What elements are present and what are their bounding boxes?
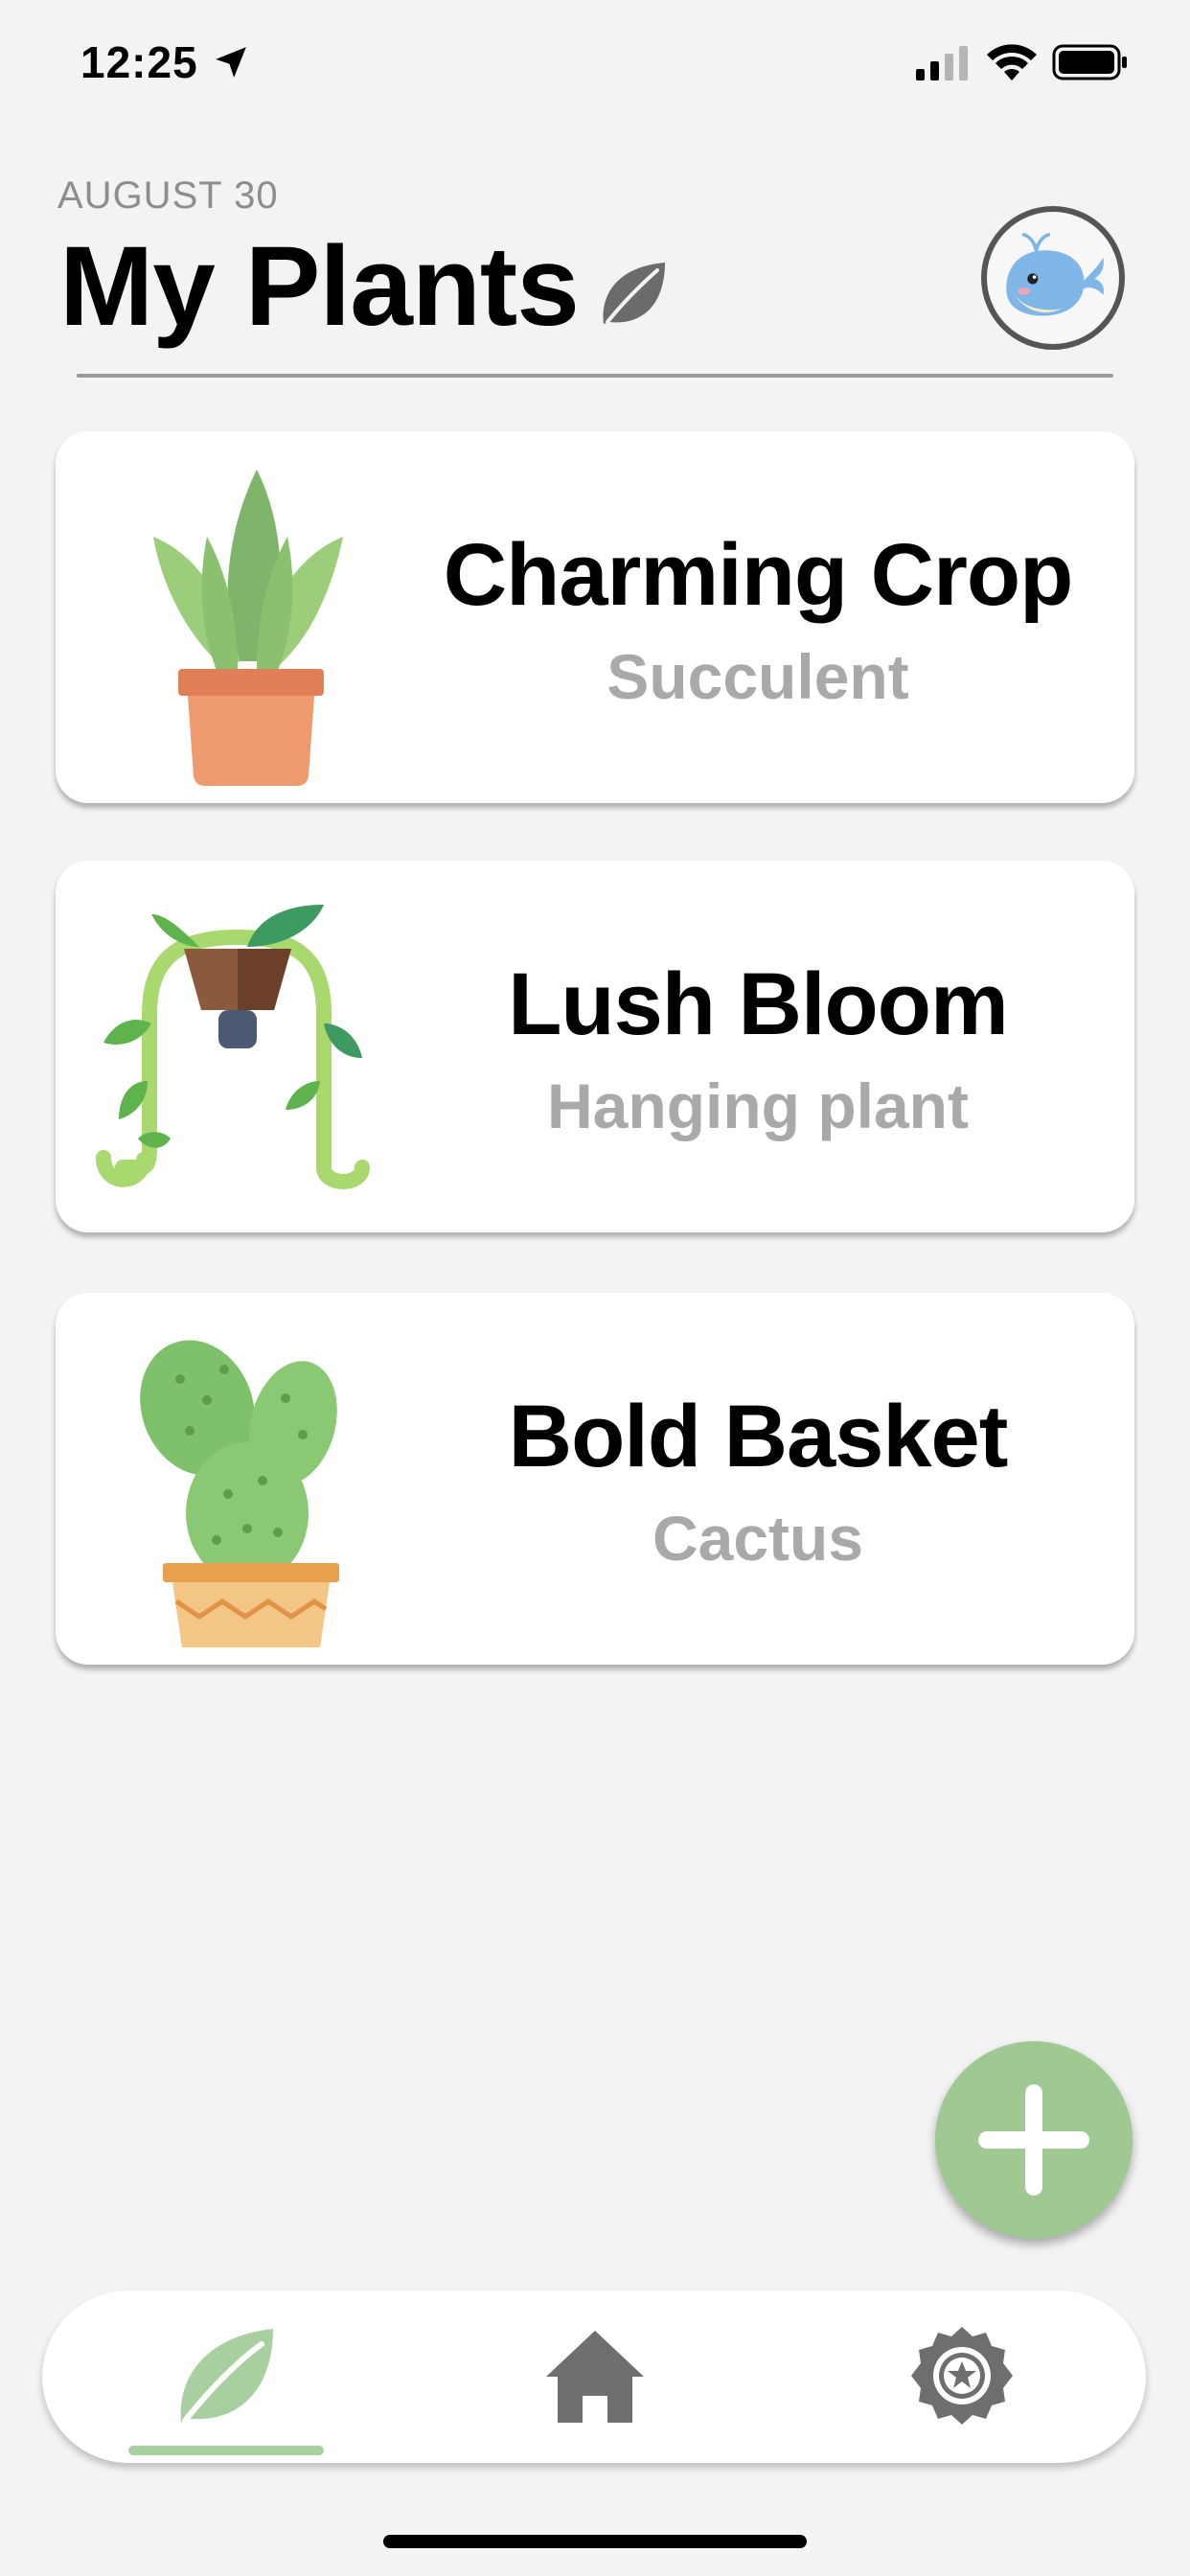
battery-icon xyxy=(1052,44,1127,80)
status-bar: 12:25 xyxy=(0,0,1190,125)
leaf-icon xyxy=(603,263,665,324)
header-divider xyxy=(77,374,1113,378)
location-arrow-icon xyxy=(216,47,246,78)
plus-icon xyxy=(978,2084,1089,2196)
cactus-plant-icon xyxy=(84,1312,400,1647)
tab-plants[interactable] xyxy=(121,2290,332,2463)
plant-type: Cactus xyxy=(652,1503,864,1574)
plant-name: Lush Bloom xyxy=(508,955,1009,1053)
plant-card[interactable]: Charming Crop Succulent xyxy=(56,431,1134,803)
home-icon xyxy=(546,2331,644,2423)
plant-card[interactable]: Bold Basket Cactus xyxy=(56,1293,1134,1665)
header-date: AUGUST 30 xyxy=(57,174,279,217)
home-indicator xyxy=(383,2535,807,2548)
selected-tab-indicator xyxy=(128,2446,324,2455)
tab-settings[interactable] xyxy=(857,2290,1067,2463)
page-title: My Plants xyxy=(59,223,580,350)
plant-type: Hanging plant xyxy=(547,1070,969,1141)
plant-name: Bold Basket xyxy=(508,1388,1009,1485)
cellular-signal-icon xyxy=(916,46,968,80)
whale-avatar-icon xyxy=(1006,233,1104,316)
leaf-icon xyxy=(180,2329,273,2424)
succulent-plant-icon xyxy=(84,450,400,786)
plant-name: Charming Crop xyxy=(443,526,1074,624)
wifi-icon xyxy=(987,44,1037,80)
tab-home[interactable] xyxy=(490,2290,700,2463)
add-plant-button[interactable] xyxy=(935,2041,1133,2239)
settings-badge-icon xyxy=(911,2327,1013,2425)
plant-type: Succulent xyxy=(606,641,909,712)
hanging-plant-icon xyxy=(84,880,400,1215)
plant-card[interactable]: Lush Bloom Hanging plant xyxy=(56,861,1134,1232)
tab-bar xyxy=(42,2290,1146,2463)
status-time: 12:25 xyxy=(80,37,198,87)
profile-avatar-button[interactable] xyxy=(981,206,1125,350)
